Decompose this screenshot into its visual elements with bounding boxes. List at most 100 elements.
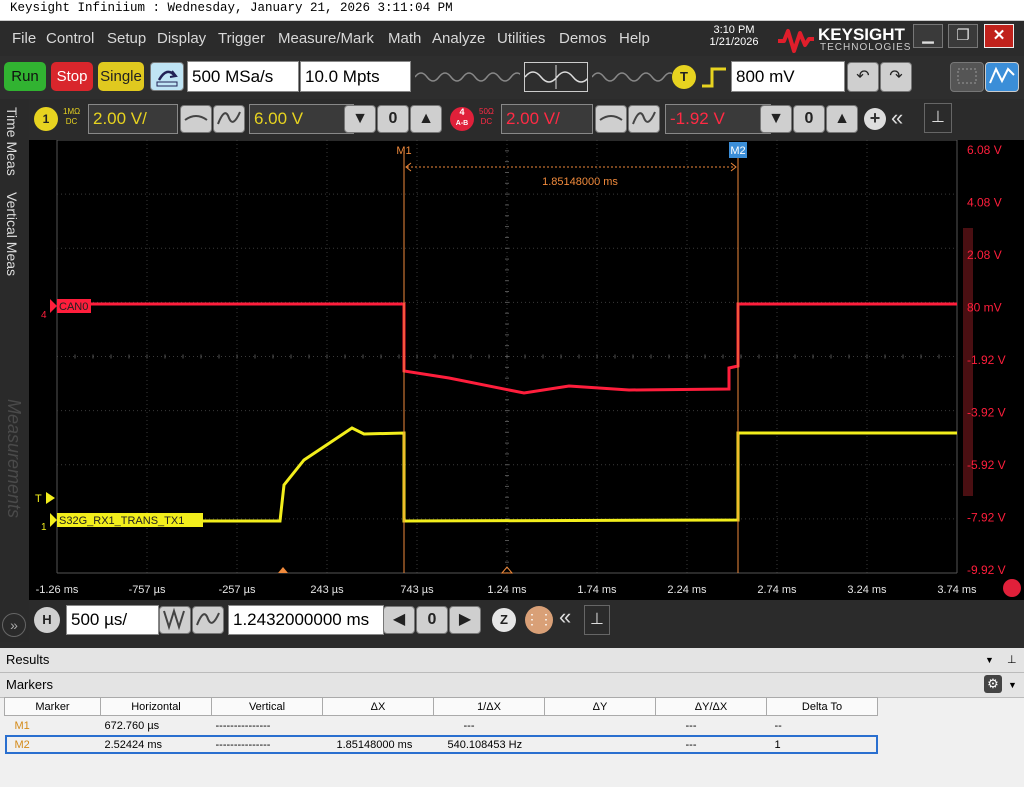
time-tick-3: 243 µs bbox=[310, 584, 344, 596]
menu-measure-mark[interactable]: Measure/Mark bbox=[278, 30, 374, 47]
trigger-level-field[interactable]: 800 mV bbox=[731, 61, 845, 92]
channel4-offset-down-button[interactable]: ▼ bbox=[760, 105, 792, 133]
table-row[interactable]: M1 672.760 µs --------------- --- --- -- bbox=[5, 716, 878, 736]
time-tick-8: 2.74 ms bbox=[757, 584, 797, 596]
memory-depth-field[interactable]: 10.0 Mpts bbox=[300, 61, 411, 92]
menu-utilities[interactable]: Utilities bbox=[497, 30, 545, 47]
trigger-position-icon bbox=[278, 567, 288, 573]
menu-analyze[interactable]: Analyze bbox=[432, 30, 485, 47]
marker2-horizontal: 2.52424 ms bbox=[104, 738, 162, 751]
timebase-scale-field[interactable]: 500 µs/ bbox=[66, 605, 159, 635]
channel1-offset-down-button[interactable]: ▼ bbox=[344, 105, 376, 133]
channel1-offset-field[interactable]: 6.00 V bbox=[249, 104, 354, 134]
menu-file[interactable]: File bbox=[12, 30, 36, 47]
zoom-button[interactable]: Z bbox=[492, 608, 516, 632]
waveform-overview-window[interactable] bbox=[524, 62, 590, 92]
collapse-horizontal-button[interactable]: « bbox=[559, 604, 571, 630]
expand-sidebar-button[interactable]: » bbox=[2, 613, 26, 637]
zero-icon: 0 bbox=[388, 110, 398, 127]
timebase-coarse-button[interactable] bbox=[192, 606, 224, 634]
results-panel: Results ▼ ⊥ Markers ⚙ ▼ Marker Horizonta… bbox=[0, 648, 1024, 787]
waveform-display[interactable]: 1.85148000 ms M1 M2 CAN0 S32G_RX1_TRANS_… bbox=[29, 140, 1024, 600]
menu-trigger[interactable]: Trigger bbox=[218, 30, 265, 47]
stop-button[interactable]: Stop bbox=[51, 62, 93, 91]
channel-setup-bar: 1 1MΩ DC 2.00 V/ 6.00 V ▼ 0 ▲ 4 A-B 50Ω DC … bbox=[29, 99, 1024, 140]
trigger-level-icon[interactable] bbox=[46, 492, 55, 504]
undo-icon: ↶ bbox=[856, 68, 870, 85]
menu-demos[interactable]: Demos bbox=[559, 30, 607, 47]
channel1-scale-field[interactable]: 2.00 V/ bbox=[88, 104, 178, 134]
markers-table-header: Marker Horizontal Vertical ΔX 1/ΔX ΔY ΔY… bbox=[4, 697, 878, 716]
navigate-button[interactable]: ⋮⋮ bbox=[525, 606, 553, 634]
channel1-offset-zero-button[interactable]: 0 bbox=[377, 105, 409, 133]
trigger-level-label: T bbox=[35, 493, 42, 505]
auto-scale-button[interactable] bbox=[150, 62, 184, 91]
channel4-offset-zero-button[interactable]: 0 bbox=[793, 105, 825, 133]
channel4-badge[interactable]: 4 A-B bbox=[450, 107, 474, 131]
horizontal-badge[interactable]: H bbox=[34, 607, 60, 633]
position-right-button[interactable]: ▶ bbox=[449, 606, 481, 634]
channel1-scale-coarse-button[interactable] bbox=[213, 105, 245, 133]
menu-math[interactable]: Math bbox=[388, 30, 421, 47]
tab-time-meas[interactable]: Time Meas bbox=[4, 107, 20, 176]
column-header-vertical[interactable]: Vertical bbox=[211, 697, 323, 716]
channel4-scale-coarse-button[interactable] bbox=[628, 105, 660, 133]
menu-setup[interactable]: Setup bbox=[107, 30, 146, 47]
window-title-bar: Keysight Infiniium : Wednesday, January … bbox=[0, 0, 1024, 21]
column-header-delta-y-over-x[interactable]: ΔY/ΔX bbox=[655, 697, 767, 716]
column-header-delta-to[interactable]: Delta To bbox=[766, 697, 878, 716]
position-left-button[interactable]: ◀ bbox=[383, 606, 415, 634]
maximize-button[interactable]: ❐ bbox=[948, 24, 978, 48]
pin-button[interactable]: ⊥ bbox=[924, 103, 952, 133]
tab-vertical-meas[interactable]: Vertical Meas bbox=[4, 192, 20, 276]
column-header-delta-x[interactable]: ΔX bbox=[322, 697, 434, 716]
channel1-ground-icon[interactable] bbox=[50, 513, 57, 527]
menu-display[interactable]: Display bbox=[157, 30, 206, 47]
channel1-badge[interactable]: 1 bbox=[34, 107, 58, 131]
time-tick-6: 1.74 ms bbox=[577, 584, 617, 596]
channel4-offset-up-button[interactable]: ▲ bbox=[826, 105, 858, 133]
close-button[interactable]: ✕ bbox=[984, 24, 1014, 48]
channel4-coupling: 50Ω DC bbox=[479, 107, 494, 127]
channel4-axis-badge-icon[interactable] bbox=[1003, 579, 1021, 597]
sample-rate-field[interactable]: 500 MSa/s bbox=[187, 61, 299, 92]
channel4-offset-field[interactable]: -1.92 V bbox=[665, 104, 771, 134]
column-header-delta-y[interactable]: ΔY bbox=[544, 697, 656, 716]
rising-edge-trigger-icon[interactable] bbox=[700, 65, 728, 89]
channel4-voltage-axis: 6.08 V 4.08 V 2.08 V 80 mV -1.92 V -3.92… bbox=[967, 143, 1006, 577]
column-header-horizontal[interactable]: Horizontal bbox=[100, 697, 212, 716]
column-header-marker[interactable]: Marker bbox=[4, 697, 101, 716]
channel4-ground-icon[interactable] bbox=[50, 299, 57, 313]
channel1-offset-up-button[interactable]: ▲ bbox=[410, 105, 442, 133]
single-button[interactable]: Single bbox=[98, 62, 144, 91]
timebase-fine-button[interactable] bbox=[159, 606, 191, 634]
zoom-box-button[interactable] bbox=[950, 62, 984, 92]
results-pin-icon[interactable]: ⊥ bbox=[1007, 648, 1017, 672]
markers-menu-icon[interactable]: ▼ bbox=[1008, 673, 1017, 697]
marker2-label[interactable]: M2 bbox=[730, 145, 745, 157]
markers-settings-gear-icon[interactable]: ⚙ bbox=[984, 675, 1002, 693]
marker1-label[interactable]: M1 bbox=[396, 145, 411, 157]
waveform-select-button[interactable] bbox=[985, 62, 1019, 92]
channel4-scale-fine-button[interactable] bbox=[595, 105, 627, 133]
run-button[interactable]: Run bbox=[4, 62, 46, 91]
minimize-button[interactable]: ▁ bbox=[913, 24, 943, 48]
table-row[interactable]: M2 2.52424 ms --------------- 1.85148000… bbox=[4, 735, 878, 754]
window-title: Keysight Infiniium : Wednesday, January … bbox=[10, 1, 453, 15]
collapse-channels-button[interactable]: « bbox=[891, 105, 903, 131]
channel1-scale-fine-button[interactable] bbox=[180, 105, 212, 133]
menu-control[interactable]: Control bbox=[46, 30, 94, 47]
column-header-inverse-delta-x[interactable]: 1/ΔX bbox=[433, 697, 545, 716]
undo-button[interactable]: ↶ bbox=[847, 62, 879, 92]
position-zero-button[interactable]: 0 bbox=[416, 606, 448, 634]
waveform-overview-right bbox=[592, 72, 672, 82]
channel4-label: CAN0 bbox=[59, 301, 88, 313]
timebase-position-field[interactable]: 1.2432000000 ms bbox=[228, 605, 384, 635]
channel4-scale-field[interactable]: 2.00 V/ bbox=[501, 104, 593, 134]
double-chevron-left-icon: « bbox=[559, 604, 572, 629]
add-channel-button[interactable]: + bbox=[864, 108, 886, 130]
redo-button[interactable]: ↷ bbox=[880, 62, 912, 92]
horizontal-pin-button[interactable]: ⊥ bbox=[584, 605, 610, 635]
menu-help[interactable]: Help bbox=[619, 30, 650, 47]
results-menu-icon[interactable]: ▼ bbox=[985, 648, 994, 672]
